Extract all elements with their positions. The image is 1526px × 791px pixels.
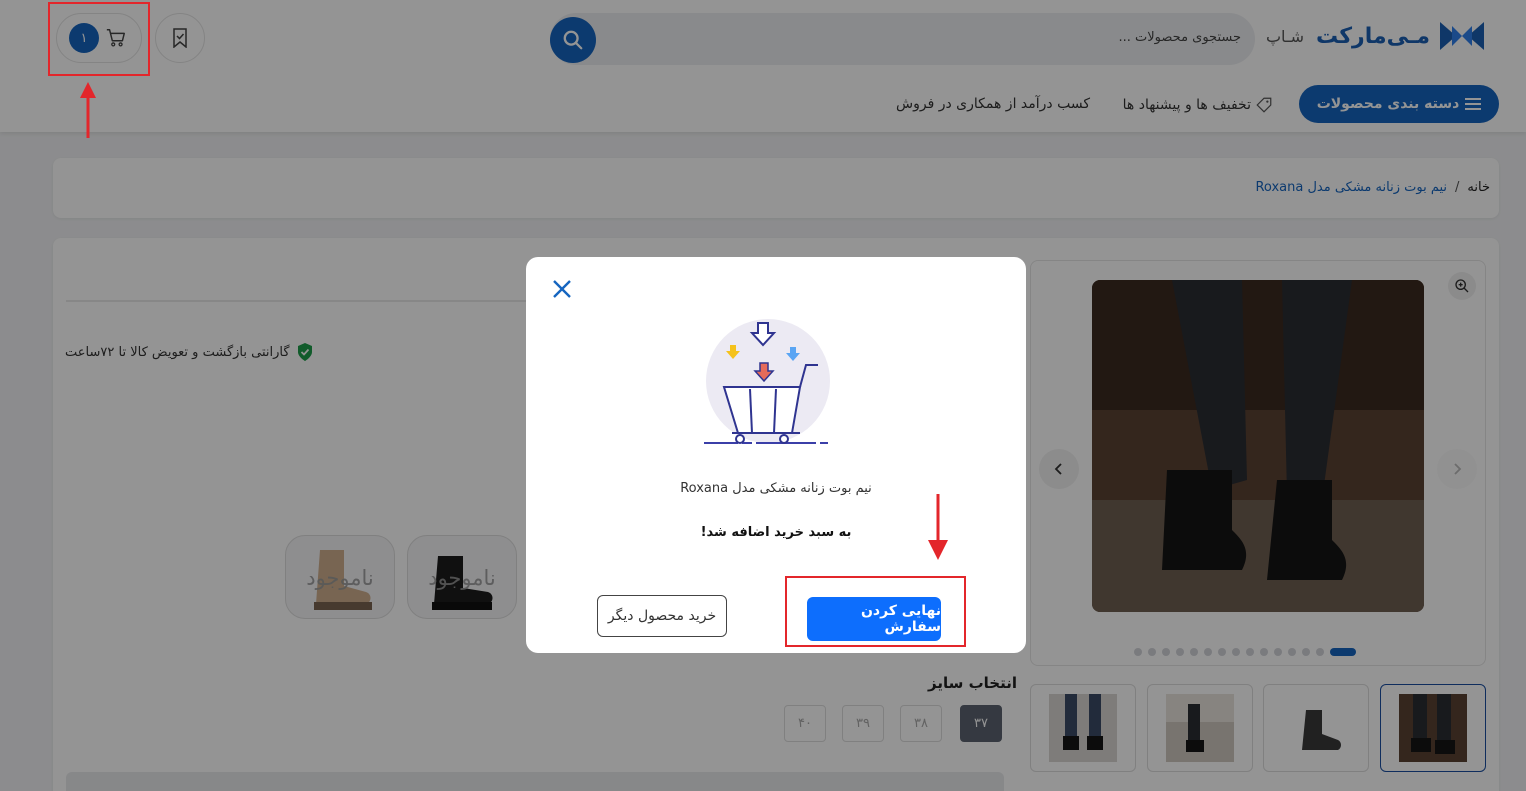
modal-close-button[interactable] (548, 275, 576, 303)
annotation-box-finalize (785, 576, 966, 647)
close-icon (553, 280, 571, 298)
annotation-box-cart (48, 2, 150, 76)
modal-product-name: نیم بوت زنانه مشکی مدل Roxana (680, 481, 872, 496)
continue-shopping-button[interactable]: خرید محصول دیگر (597, 595, 727, 637)
shopping-cart-illustration-icon (704, 319, 832, 444)
annotation-arrow-down-icon (928, 494, 948, 560)
modal-success-message: به سبد خرید اضافه شد! (700, 525, 852, 540)
annotation-arrow-up-icon (80, 82, 96, 138)
